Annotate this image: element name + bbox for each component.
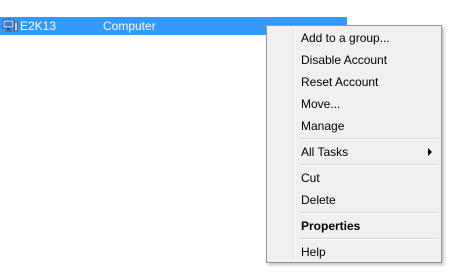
submenu-arrow-icon <box>428 148 432 156</box>
menu-separator <box>299 138 439 140</box>
menu-item-manage[interactable]: Manage <box>269 116 439 136</box>
menu-item-all-tasks[interactable]: All Tasks <box>269 142 439 162</box>
menu-separator <box>299 164 439 166</box>
menu-item-reset-account[interactable]: Reset Account <box>269 72 439 92</box>
computer-type: Computer <box>103 19 156 33</box>
menu-item-cut[interactable]: Cut <box>269 168 439 188</box>
menu-item-all-tasks-label: All Tasks <box>301 145 349 159</box>
context-menu: Add to a group... Disable Account Reset … <box>266 25 442 263</box>
computer-icon <box>2 19 18 33</box>
menu-item-add-to-group[interactable]: Add to a group... <box>269 28 439 48</box>
computer-name: E2K13 <box>20 19 57 33</box>
menu-item-disable-account[interactable]: Disable Account <box>269 50 439 70</box>
menu-item-help[interactable]: Help <box>269 242 439 262</box>
menu-separator <box>299 212 439 214</box>
canvas: E2K13 Computer Add to a group... Disable… <box>0 0 457 274</box>
menu-item-move[interactable]: Move... <box>269 94 439 114</box>
menu-item-properties[interactable]: Properties <box>269 216 439 236</box>
menu-separator <box>299 238 439 240</box>
menu-item-delete[interactable]: Delete <box>269 190 439 210</box>
